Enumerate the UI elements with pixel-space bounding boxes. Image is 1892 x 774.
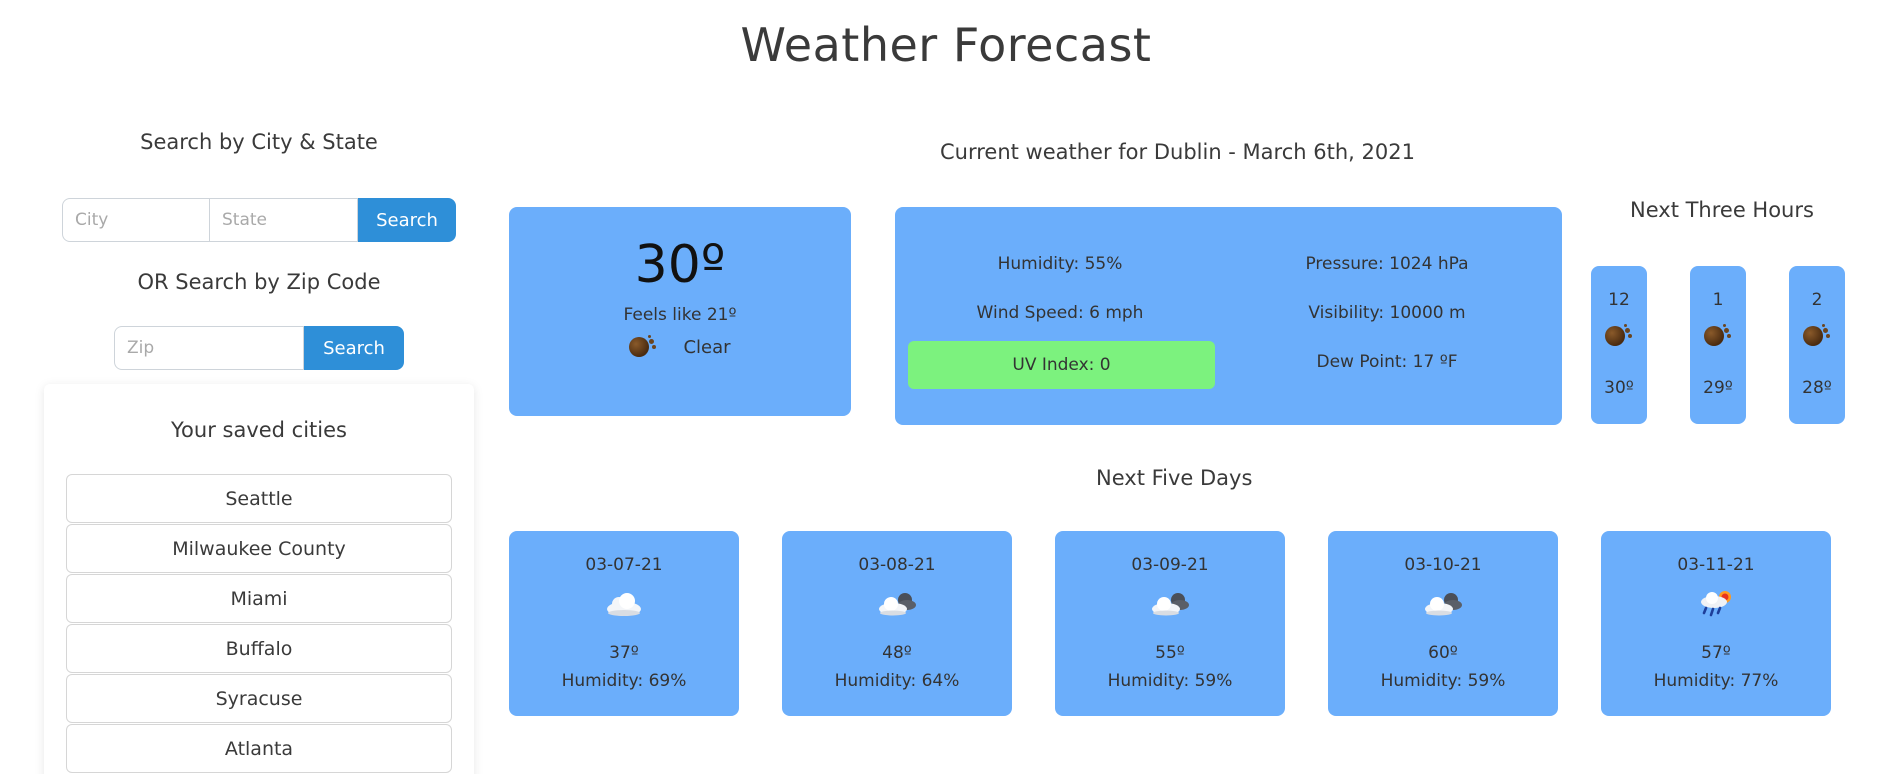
humidity-value: Humidity: 55% <box>997 254 1123 274</box>
clouds-icon <box>879 593 916 616</box>
city-search-title: Search by City & State <box>140 130 378 154</box>
next-three-hours-title: Next Three Hours <box>1630 198 1814 222</box>
current-weather-heading: Current weather for Dublin - March 6th, … <box>940 140 1415 164</box>
rain-sun-icon <box>1701 591 1731 617</box>
pressure-value: Pressure: 1024 hPa <box>1305 254 1469 274</box>
saved-city-item[interactable]: Syracuse <box>66 674 452 723</box>
current-temperature: 30º <box>634 235 726 295</box>
page-title: Weather Forecast <box>740 18 1152 72</box>
saved-cities-card: Your saved cities Seattle Milwaukee Coun… <box>44 384 474 774</box>
current-temp-card: 30º Feels like 21º Clear <box>509 207 851 416</box>
zip-search-form: Zip Search <box>114 326 404 370</box>
saved-city-item[interactable]: Milwaukee County <box>66 524 452 573</box>
day-humidity: Humidity: 77% <box>1653 671 1779 691</box>
state-input[interactable]: State <box>210 198 358 242</box>
day-card: 03-09-21 55º Humidity: 59% <box>1055 531 1285 716</box>
saved-city-item[interactable]: Atlanta <box>66 724 452 773</box>
uv-index-badge: UV Index: 0 <box>908 341 1215 389</box>
day-humidity: Humidity: 64% <box>834 671 960 691</box>
wind-speed-value: Wind Speed: 6 mph <box>976 303 1144 323</box>
day-card: 03-10-21 60º Humidity: 59% <box>1328 531 1558 716</box>
search-sidebar: Search by City & State City State Search… <box>44 130 474 774</box>
visibility-value: Visibility: 10000 m <box>1308 303 1466 323</box>
day-date: 03-09-21 <box>1131 555 1209 575</box>
hour-card: 1 29º <box>1690 266 1746 424</box>
city-search-button[interactable]: Search <box>358 198 456 242</box>
day-date: 03-08-21 <box>858 555 936 575</box>
zip-input[interactable]: Zip <box>114 326 304 370</box>
day-card: 03-08-21 48º Humidity: 64% <box>782 531 1012 716</box>
day-temp: 60º <box>1428 643 1458 663</box>
moon-icon <box>629 335 657 359</box>
clouds-icon <box>1152 593 1189 616</box>
feels-like: Feels like 21º <box>623 305 737 325</box>
hour-temp: 30º <box>1604 378 1634 398</box>
hour-temp: 29º <box>1703 378 1733 398</box>
next-five-days-title: Next Five Days <box>1096 466 1253 490</box>
day-temp: 37º <box>609 643 639 663</box>
cloud-icon <box>607 593 641 616</box>
hour-card: 2 28º <box>1789 266 1845 424</box>
city-state-search-form: City State Search <box>62 198 456 242</box>
day-temp: 55º <box>1155 643 1185 663</box>
hour-time: 2 <box>1811 290 1823 310</box>
hour-time: 1 <box>1712 290 1724 310</box>
zip-search-button[interactable]: Search <box>304 326 404 370</box>
day-humidity: Humidity: 59% <box>1107 671 1233 691</box>
moon-icon <box>1704 324 1731 348</box>
saved-cities-list: Seattle Milwaukee County Miami Buffalo S… <box>66 474 452 774</box>
day-card: 03-11-21 57º Humidity: 77% <box>1601 531 1831 716</box>
saved-city-item[interactable]: Seattle <box>66 474 452 523</box>
hour-card: 12 30º <box>1591 266 1647 424</box>
day-date: 03-11-21 <box>1677 555 1755 575</box>
moon-icon <box>1605 324 1632 348</box>
saved-city-item[interactable]: Buffalo <box>66 624 452 673</box>
day-date: 03-10-21 <box>1404 555 1482 575</box>
hour-temp: 28º <box>1802 378 1832 398</box>
moon-icon <box>1803 324 1830 348</box>
day-temp: 48º <box>882 643 912 663</box>
clouds-icon <box>1425 593 1462 616</box>
current-details-card: Humidity: 55% Pressure: 1024 hPa Wind Sp… <box>895 207 1562 425</box>
city-input[interactable]: City <box>62 198 210 242</box>
zip-search-title: OR Search by Zip Code <box>137 270 381 294</box>
condition-text: Clear <box>683 336 731 358</box>
day-humidity: Humidity: 59% <box>1380 671 1506 691</box>
day-humidity: Humidity: 69% <box>561 671 687 691</box>
day-date: 03-07-21 <box>585 555 663 575</box>
hour-time: 12 <box>1608 290 1630 310</box>
condition-row: Clear <box>509 335 851 359</box>
day-temp: 57º <box>1701 643 1731 663</box>
dew-point-value: Dew Point: 17 ºF <box>1316 352 1458 372</box>
saved-cities-title: Your saved cities <box>171 418 347 442</box>
saved-city-item[interactable]: Miami <box>66 574 452 623</box>
day-card: 03-07-21 37º Humidity: 69% <box>509 531 739 716</box>
